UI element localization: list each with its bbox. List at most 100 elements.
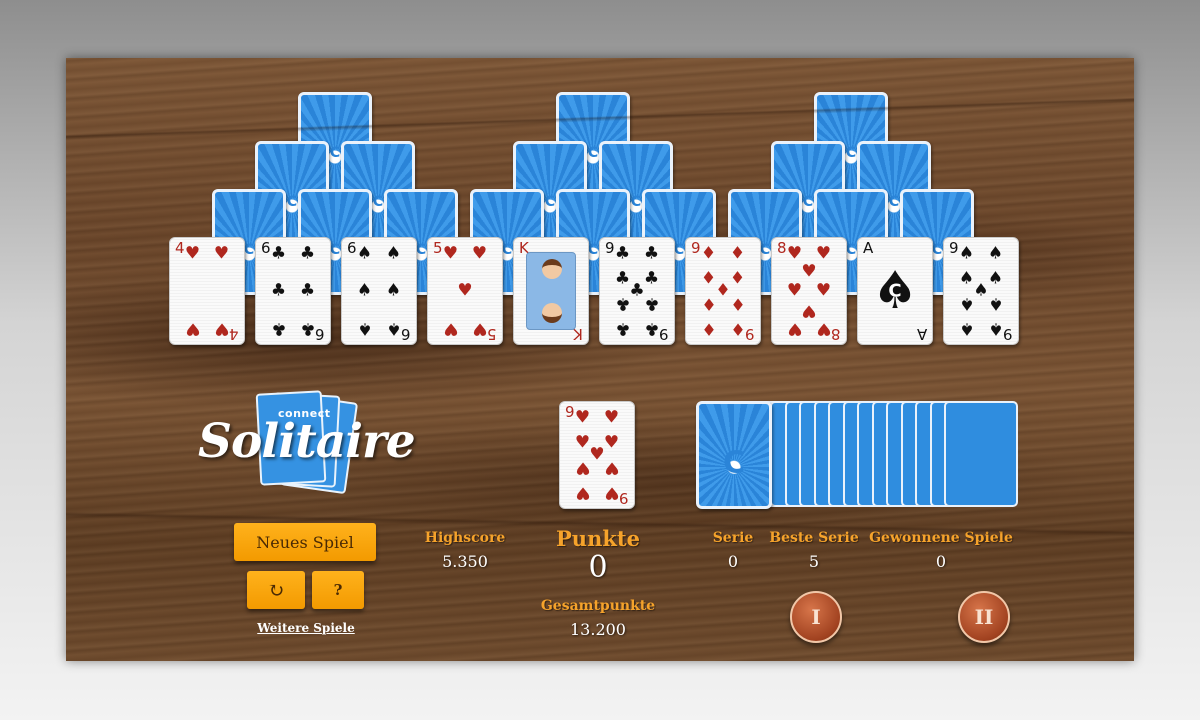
heart-icon: ♥ xyxy=(786,318,803,339)
card-back-logo-icon: C xyxy=(845,242,857,258)
club-icon: ♣ xyxy=(299,318,316,339)
heart-icon: ♥ xyxy=(574,407,591,428)
stock-card-edge xyxy=(944,401,1018,507)
spade-icon: ♠ xyxy=(987,318,1004,339)
tableau-card[interactable]: 6 6 ♣ ♣ ♣ ♣ ♣ ♣ xyxy=(255,237,331,345)
card-back-logo-icon: C xyxy=(243,242,255,258)
diamond-icon: ♦ xyxy=(700,293,717,314)
spade-icon: ♠ xyxy=(973,280,989,301)
heart-icon: ♥ xyxy=(471,318,488,339)
heart-icon: ♥ xyxy=(786,243,803,264)
tableau-card[interactable]: 9 9 ♣ ♣ ♣ ♣ ♣ ♣ ♣ ♣ ♣ xyxy=(599,237,675,345)
stock-pile[interactable]: C xyxy=(696,401,1020,509)
club-icon: ♣ xyxy=(614,293,631,314)
tableau-card[interactable]: 5 5 ♥ ♥ ♥ ♥ ♥ xyxy=(427,237,503,345)
spade-icon: ♠ xyxy=(958,293,975,314)
heart-icon: ♥ xyxy=(184,318,201,339)
points-label: Punkte xyxy=(556,526,640,551)
card-back-logo-icon: C xyxy=(286,194,298,210)
card-back-logo-icon: C xyxy=(587,145,599,161)
club-icon: ♣ xyxy=(270,318,287,339)
new-game-button[interactable]: Neues Spiel xyxy=(234,523,376,561)
restart-button[interactable]: ↻ xyxy=(247,571,305,609)
club-icon: ♣ xyxy=(629,280,645,301)
best-streak-value: 5 xyxy=(808,552,820,571)
more-games-link[interactable]: Weitere Spiele xyxy=(246,621,366,635)
club-icon: ♣ xyxy=(643,268,660,289)
card-back-logo-icon: C xyxy=(931,242,943,258)
total-points-value: 13.200 xyxy=(570,620,626,639)
diamond-icon: ♦ xyxy=(700,268,717,289)
highscore-label: Highscore xyxy=(424,530,506,546)
logo-title-text: Solitaire xyxy=(198,414,416,469)
heart-icon: ♥ xyxy=(603,432,620,453)
highscore-value: 5.350 xyxy=(442,552,488,571)
stock-top-card[interactable]: C xyxy=(696,401,772,509)
heart-icon: ♥ xyxy=(801,261,817,282)
club-icon: ♣ xyxy=(614,243,631,264)
club-icon: ♣ xyxy=(643,243,660,264)
card-back-logo-icon: C xyxy=(802,194,814,210)
streak-label: Serie xyxy=(712,530,754,546)
games-won-label: Gewonnene Spiele xyxy=(869,530,1013,546)
heart-icon: ♥ xyxy=(213,243,230,264)
heart-icon: ♥ xyxy=(442,243,459,264)
waste-card[interactable]: 9 9 ♥ ♥ ♥ ♥ ♥ ♥ ♥ ♥ ♥ xyxy=(559,401,635,509)
card-back-logo-icon: C xyxy=(415,242,427,258)
heart-icon: ♥ xyxy=(574,482,591,503)
tableau-card[interactable]: A A ♠ C xyxy=(857,237,933,345)
diamond-icon: ♦ xyxy=(729,243,746,264)
heart-icon: ♥ xyxy=(801,300,817,321)
spade-icon: ♠ xyxy=(385,318,402,339)
club-icon: ♣ xyxy=(270,280,287,301)
best-streak-label: Beste Serie xyxy=(769,530,859,546)
heart-icon: ♥ xyxy=(589,444,605,465)
heart-icon: ♥ xyxy=(574,457,591,478)
heart-icon: ♥ xyxy=(574,432,591,453)
club-icon: ♣ xyxy=(270,243,287,264)
club-icon: ♣ xyxy=(614,318,631,339)
spade-icon: ♠ xyxy=(987,293,1004,314)
card-back-logo-icon: C xyxy=(845,145,857,161)
club-icon: ♣ xyxy=(643,293,660,314)
tableau-card[interactable]: 9 9 ♠ ♠ ♠ ♠ ♠ ♠ ♠ ♠ ♠ xyxy=(943,237,1019,345)
points-value: 0 xyxy=(588,550,608,585)
club-icon: ♣ xyxy=(299,243,316,264)
card-back-logo-icon: C xyxy=(759,242,771,258)
streak-value: 0 xyxy=(727,552,739,571)
heart-icon: ♥ xyxy=(603,482,620,503)
spade-icon: ♠ xyxy=(987,268,1004,289)
card-back-logo-icon: C xyxy=(587,242,599,258)
games-won-value: 0 xyxy=(935,552,947,571)
help-button[interactable]: ? xyxy=(312,571,364,609)
heart-icon: ♥ xyxy=(786,280,803,301)
tableau-card[interactable]: 9 9 ♦ ♦ ♦ ♦ ♦ ♦ ♦ ♦ ♦ xyxy=(685,237,761,345)
card-back-logo-icon: C xyxy=(673,242,685,258)
tableau-card[interactable]: 4 4 ♥ ♥ ♥ ♥ xyxy=(169,237,245,345)
diamond-icon: ♦ xyxy=(715,280,731,301)
diamond-icon: ♦ xyxy=(700,318,717,339)
heart-icon: ♥ xyxy=(184,243,201,264)
tableau-card[interactable]: KK xyxy=(513,237,589,345)
heart-icon: ♥ xyxy=(213,318,230,339)
spade-icon: ♠ xyxy=(385,280,402,301)
card-back-logo-icon: C xyxy=(329,242,341,258)
solitaire-logo: connect Solitaire xyxy=(198,390,418,500)
difficulty-one-button[interactable]: I xyxy=(790,591,842,643)
heart-icon: ♥ xyxy=(815,280,832,301)
heart-icon: ♥ xyxy=(457,280,473,301)
diamond-icon: ♦ xyxy=(729,293,746,314)
card-back-logo-icon: C xyxy=(630,194,642,210)
heart-icon: ♥ xyxy=(815,243,832,264)
spade-icon: ♠ xyxy=(958,268,975,289)
tableau-card[interactable]: 8 8 ♥ ♥ ♥ ♥ ♥ ♥ ♥ ♥ xyxy=(771,237,847,345)
tableau-card[interactable]: 6 6 ♠ ♠ ♠ ♠ ♠ ♠ xyxy=(341,237,417,345)
heart-icon: ♥ xyxy=(442,318,459,339)
card-back-logo-icon: C xyxy=(329,145,341,161)
club-icon: ♣ xyxy=(299,280,316,301)
spade-icon: ♠ xyxy=(958,318,975,339)
heart-icon: ♥ xyxy=(471,243,488,264)
difficulty-two-button[interactable]: II xyxy=(958,591,1010,643)
spade-icon: ♠ xyxy=(385,243,402,264)
heart-icon: ♥ xyxy=(603,457,620,478)
